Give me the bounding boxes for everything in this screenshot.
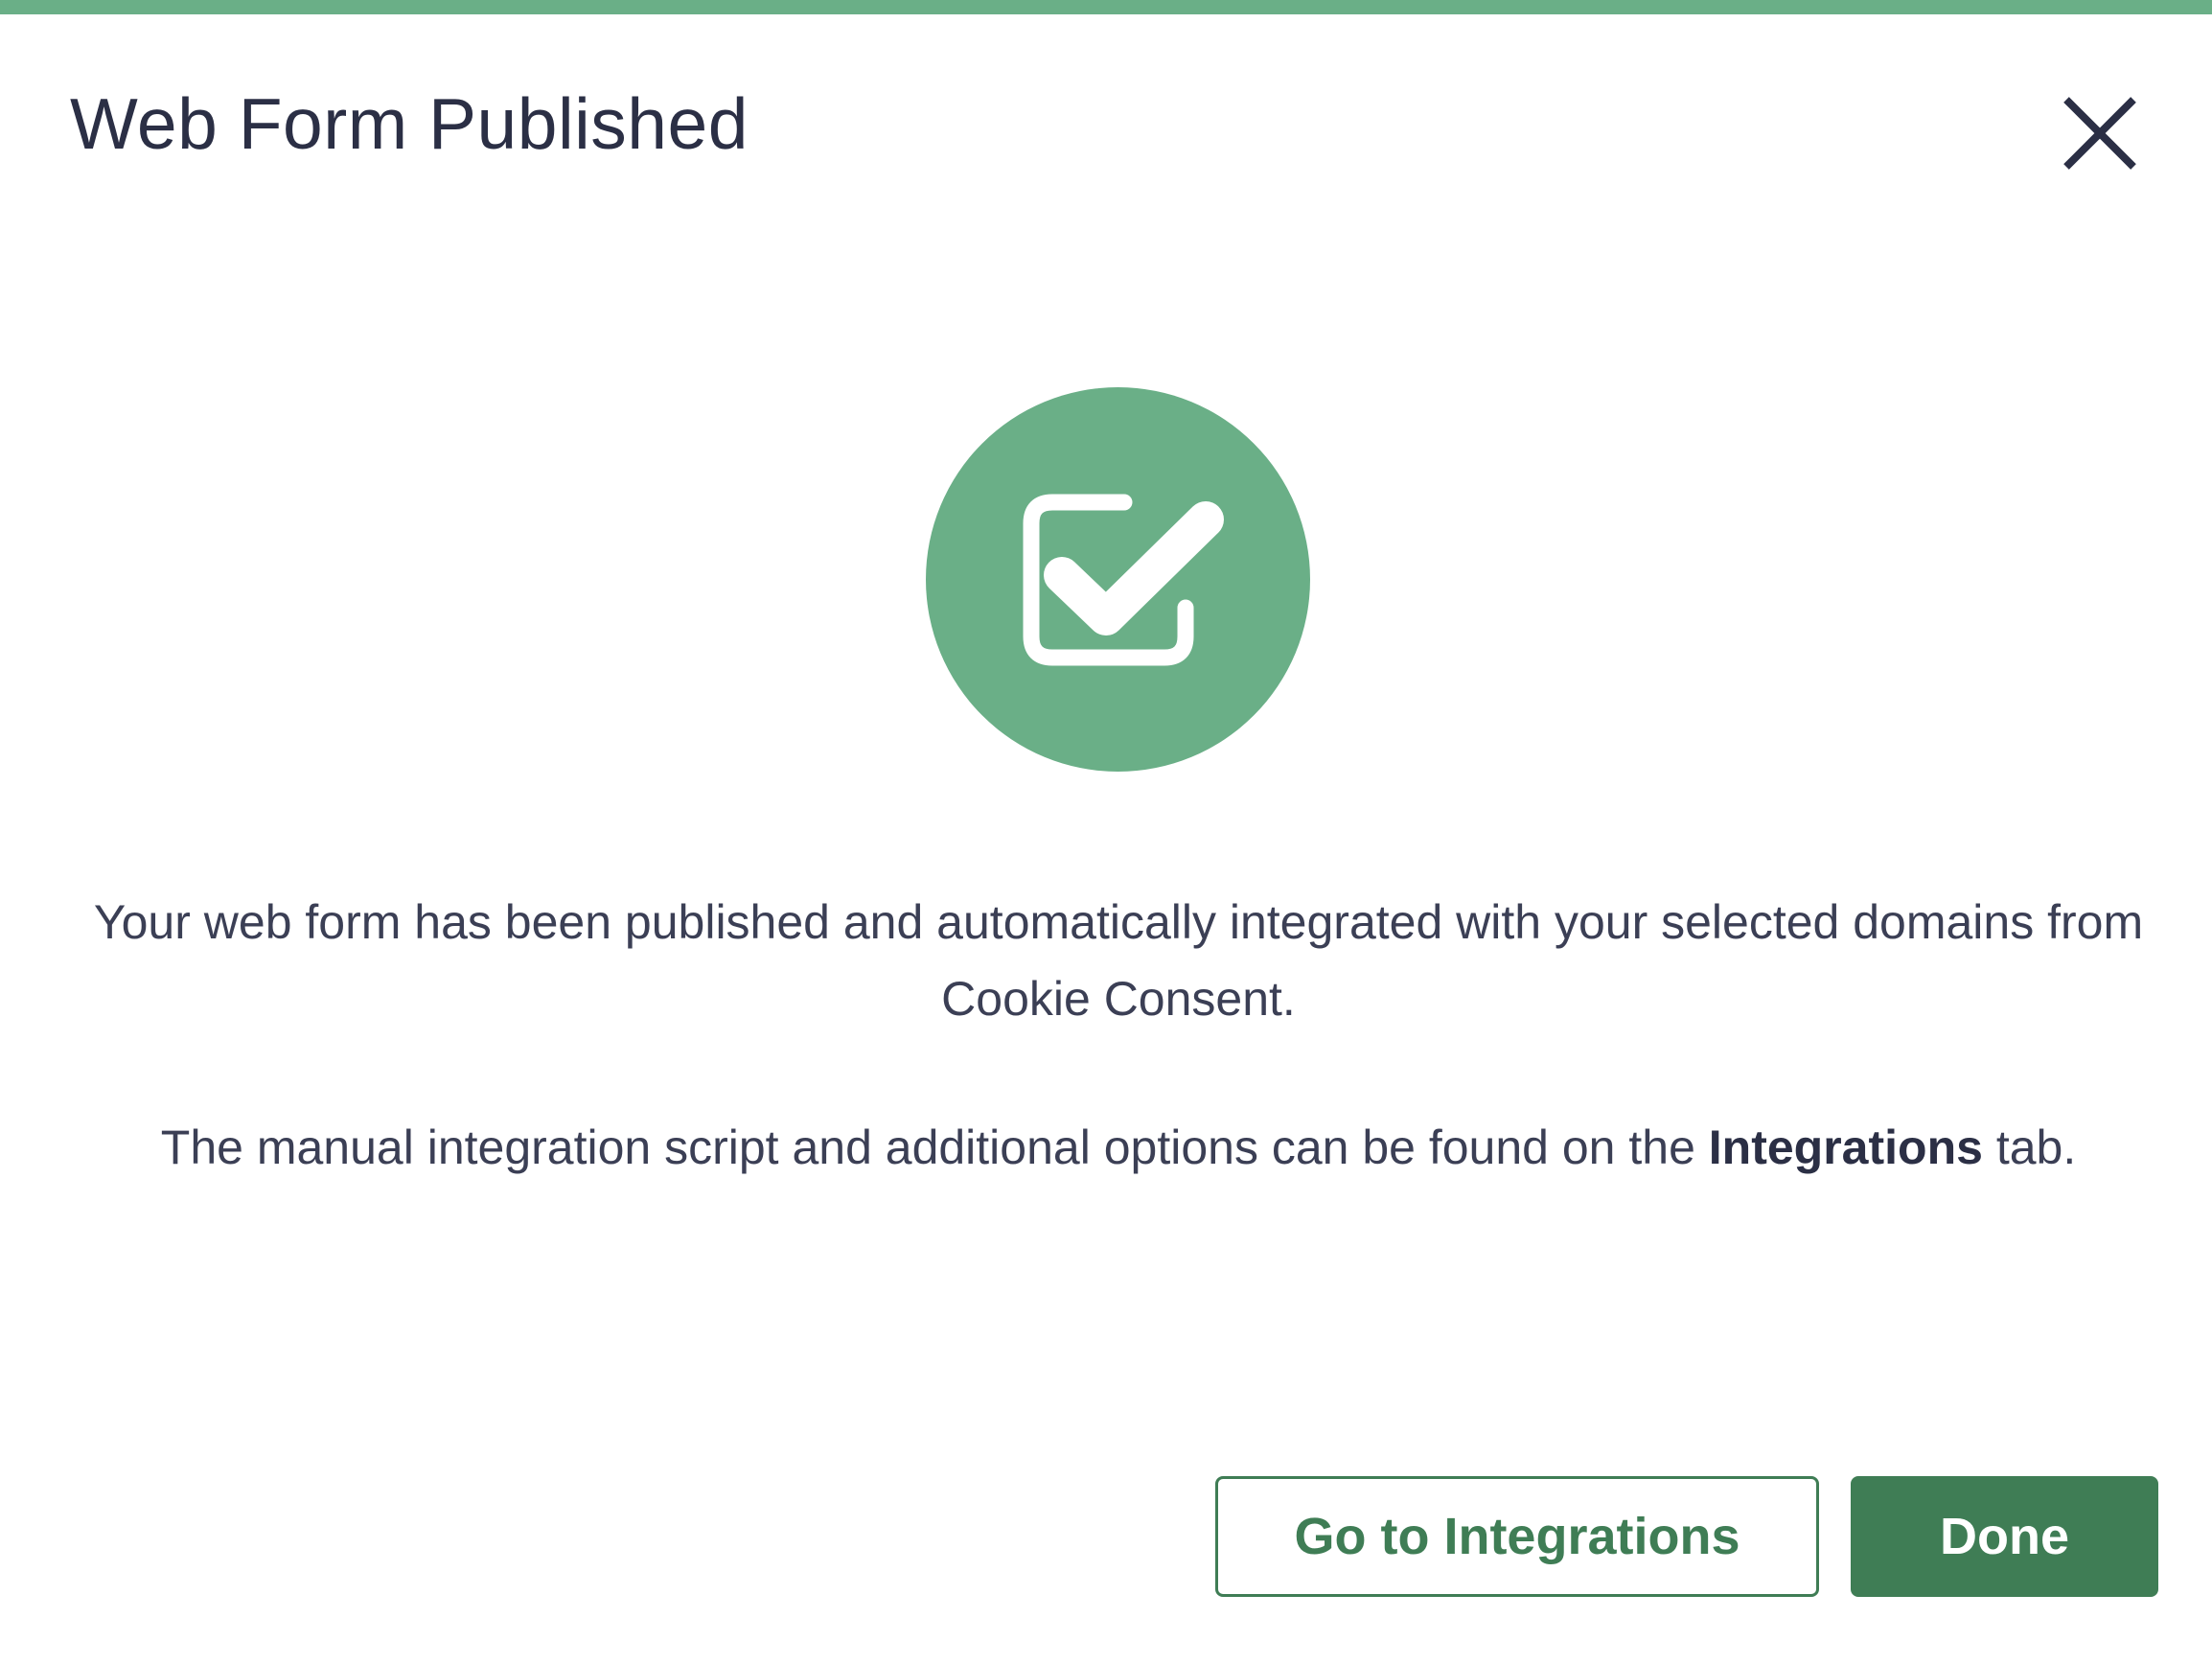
close-button[interactable] <box>2059 92 2141 174</box>
top-accent-bar <box>0 0 2212 14</box>
close-icon <box>2063 97 2136 170</box>
integration-info-prefix: The manual integration script and additi… <box>160 1121 1709 1174</box>
done-button[interactable]: Done <box>1851 1476 2158 1597</box>
go-to-integrations-button[interactable]: Go to Integrations <box>1215 1476 1819 1597</box>
publish-success-message: Your web form has been published and aut… <box>93 895 2144 1026</box>
integrations-tab-name: Integrations <box>1708 1121 1983 1174</box>
dialog-title: Web Form Published <box>70 83 749 164</box>
success-checkbox-icon <box>926 387 1310 772</box>
integration-info-suffix: tab. <box>1982 1121 2077 1174</box>
integration-info-message: The manual integration script and additi… <box>86 1109 2151 1186</box>
web-form-published-dialog: Web Form Published Your web form has bee… <box>0 0 2212 1664</box>
